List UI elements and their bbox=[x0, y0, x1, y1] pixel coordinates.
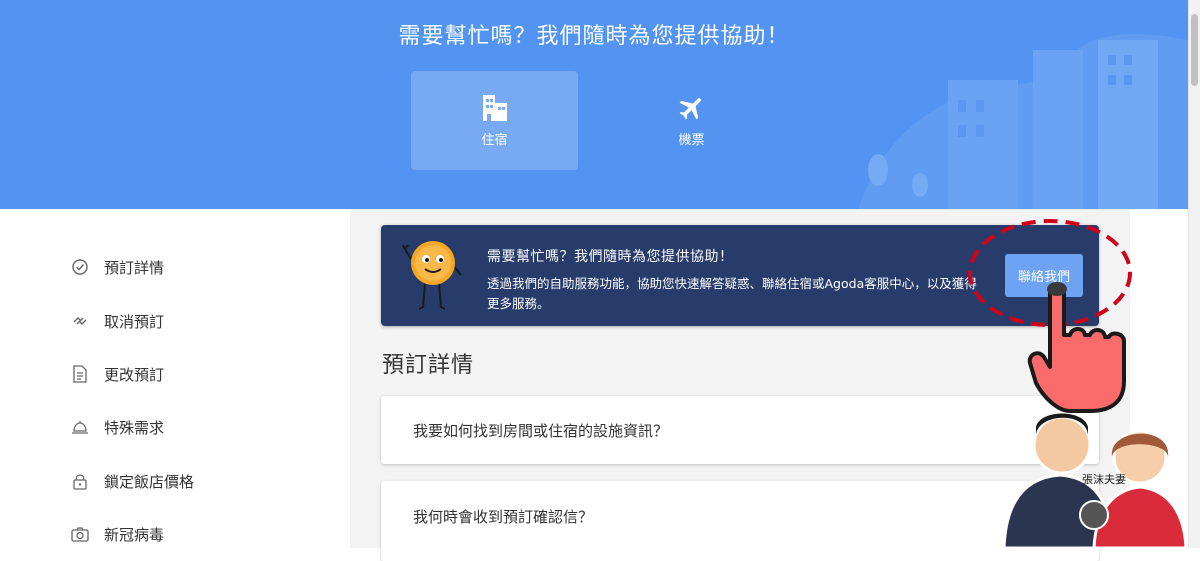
highlight-annotation bbox=[968, 219, 1132, 413]
tab-accommodation[interactable]: 住宿 bbox=[411, 71, 578, 170]
section-title: 預訂詳情 bbox=[382, 353, 475, 378]
hero-title: 需要幫忙嗎？我們隨時為您提供協助！ bbox=[398, 24, 790, 49]
sidebar-item-covid[interactable]: 新冠病毒 bbox=[70, 522, 164, 546]
airplane-icon bbox=[608, 93, 775, 125]
watermark-text: 張沫夫妻 bbox=[1082, 473, 1126, 486]
hero-banner: 需要幫忙嗎？我們隨時為您提供協助！ 住宿 機票 bbox=[0, 0, 1188, 209]
sidebar-item-label: 鎖定飯店價格 bbox=[104, 472, 195, 491]
tab-accommodation-label: 住宿 bbox=[481, 133, 508, 148]
faq-question: 我要如何找到房間或住宿的設施資訊？ bbox=[413, 422, 669, 440]
mascot-illustration bbox=[402, 241, 462, 310]
sidebar-item-label: 新冠病毒 bbox=[104, 525, 165, 544]
tab-flights-label: 機票 bbox=[678, 133, 705, 148]
sidebar-item-booking-details[interactable]: 預訂詳情 bbox=[70, 255, 164, 279]
sidebar-item-label: 更改預訂 bbox=[104, 365, 165, 384]
scrollbar-thumb[interactable] bbox=[1191, 14, 1198, 86]
banner-title: 需要幫忙嗎？我們隨時為您提供協助！ bbox=[487, 249, 734, 265]
sidebar-item-label: 預訂詳情 bbox=[104, 258, 165, 277]
document-icon bbox=[70, 364, 90, 384]
camera-icon bbox=[70, 524, 90, 544]
faq-question: 我何時會收到預訂確認信？ bbox=[413, 508, 594, 526]
building-icon bbox=[411, 93, 578, 125]
bell-service-icon bbox=[70, 417, 90, 437]
sidebar: 預訂詳情 取消預訂 更改預訂 特殊需求 鎖定飯店價格 新冠病毒 bbox=[0, 209, 350, 548]
tab-flights[interactable]: 機票 bbox=[608, 71, 775, 170]
page-scrollbar[interactable] bbox=[1188, 0, 1200, 548]
couple-cartoon-watermark: 張沫夫妻 bbox=[1002, 413, 1188, 548]
sidebar-item-label: 特殊需求 bbox=[104, 418, 165, 437]
faq-item[interactable]: 我何時會收到預訂確認信？ bbox=[381, 481, 1099, 561]
banner-description: 透過我們的自助服務功能，協助您快速解答疑惑、聯絡住宿或Agoda客服中心，以及獲… bbox=[487, 276, 977, 311]
sidebar-item-lock-price[interactable]: 鎖定飯店價格 bbox=[70, 469, 194, 493]
sidebar-item-change-booking[interactable]: 更改預訂 bbox=[70, 362, 164, 386]
broken-link-icon bbox=[70, 311, 90, 331]
lock-icon bbox=[70, 471, 90, 491]
sidebar-item-special-requests[interactable]: 特殊需求 bbox=[70, 415, 164, 439]
sidebar-item-label: 取消預訂 bbox=[104, 312, 165, 331]
check-circle-icon bbox=[70, 257, 90, 277]
sidebar-item-cancel-booking[interactable]: 取消預訂 bbox=[70, 309, 164, 333]
